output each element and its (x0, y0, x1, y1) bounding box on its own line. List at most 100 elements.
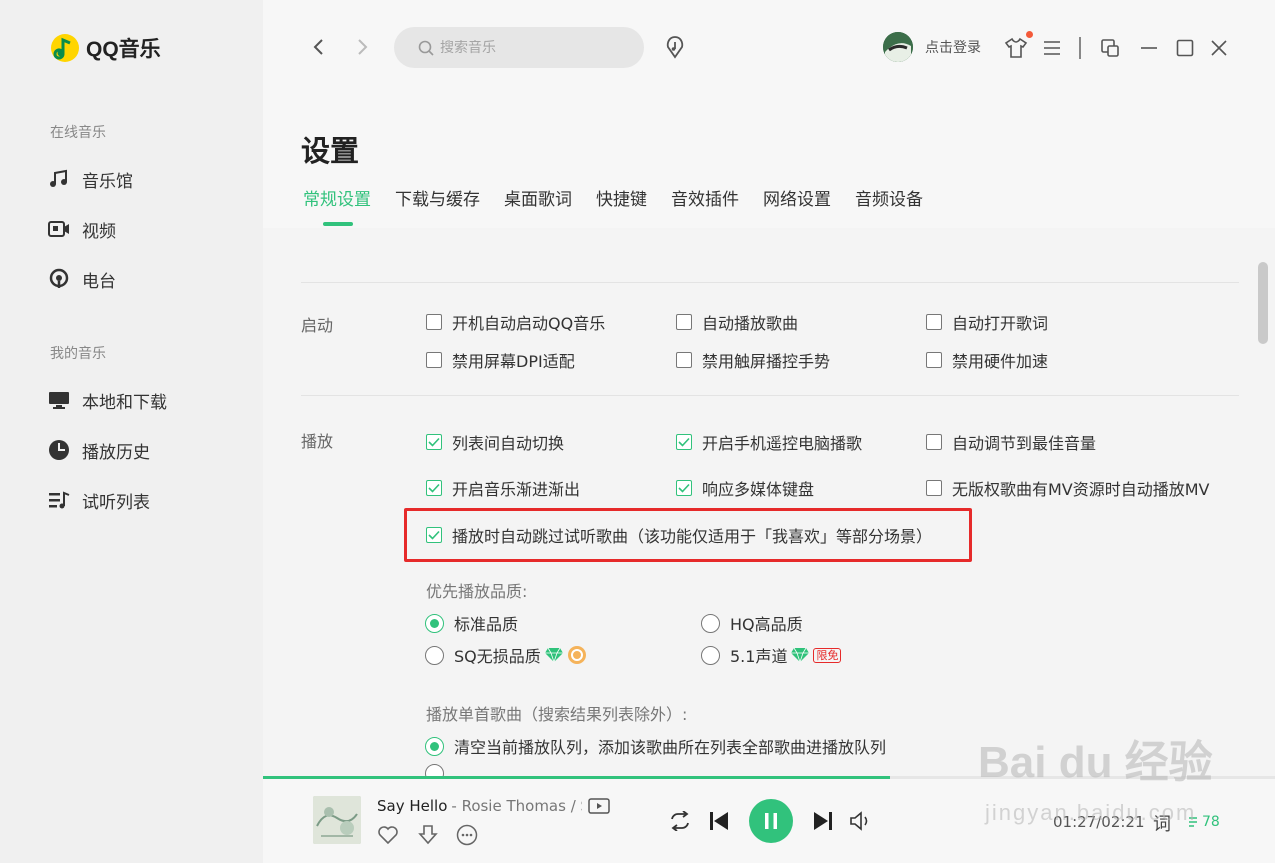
song-artist[interactable]: - Rosie Thomas / S (451, 797, 582, 815)
next-button[interactable] (811, 810, 835, 832)
loop-mode-button[interactable] (667, 810, 693, 832)
checkbox-auto-switch-list[interactable]: 列表间自动切换 (426, 430, 564, 454)
radio-button[interactable] (701, 645, 720, 665)
play-pause-button[interactable] (749, 799, 793, 843)
monitor-icon (48, 389, 70, 411)
radio-button[interactable] (701, 613, 720, 633)
checkbox-auto-play[interactable]: 自动播放歌曲 (676, 310, 798, 334)
music-note-icon (48, 168, 70, 190)
checkbox-box[interactable] (676, 480, 692, 496)
pause-icon (765, 813, 777, 829)
radio-button[interactable] (425, 613, 444, 633)
checkbox-box[interactable] (676, 434, 692, 450)
maximize-button[interactable] (1174, 37, 1196, 59)
forward-button[interactable] (352, 36, 374, 58)
sidebar-item-local-download[interactable]: 本地和下载 (48, 385, 167, 415)
checkbox-box[interactable] (926, 480, 942, 496)
like-button[interactable] (377, 824, 399, 846)
search-box[interactable] (394, 27, 644, 68)
checkbox-label: 开机自动启动QQ音乐 (452, 314, 606, 333)
avatar-image (883, 32, 913, 62)
radio-button[interactable] (425, 764, 444, 776)
checkbox-disable-hw-accel[interactable]: 禁用硬件加速 (926, 348, 1048, 372)
checkbox-box[interactable] (426, 314, 442, 330)
radio-hq-quality[interactable]: HQ高品质 (701, 611, 803, 635)
now-playing-info[interactable]: Say Hello - Rosie Thomas / S (377, 797, 582, 815)
checkbox-disable-dpi[interactable]: 禁用屏幕DPI适配 (426, 348, 575, 372)
checkbox-disable-touch-gesture[interactable]: 禁用触屏播控手势 (676, 348, 830, 372)
close-button[interactable] (1208, 37, 1230, 59)
volume-button[interactable] (849, 810, 873, 832)
more-button[interactable] (456, 824, 478, 846)
skin-button[interactable] (1003, 31, 1033, 61)
sidebar-item-video[interactable]: 视频 (48, 214, 116, 244)
sidebar-item-music-hall[interactable]: 音乐馆 (48, 164, 133, 194)
listen-identify-button[interactable] (663, 35, 687, 59)
sidebar-item-label: 音乐馆 (82, 171, 133, 192)
toolbar-divider (1079, 37, 1081, 59)
tab-shortcuts[interactable]: 快捷键 (596, 188, 647, 228)
tab-sound-plugins[interactable]: 音效插件 (671, 188, 739, 228)
mini-mode-button[interactable] (1099, 37, 1121, 59)
sidebar: QQ音乐 在线音乐 音乐馆 视频 电台 我的音乐 本地和下载 播放历史 试听列表 (0, 0, 263, 863)
checkbox-media-keys[interactable]: 响应多媒体键盘 (676, 476, 814, 500)
menu-button[interactable] (1041, 37, 1063, 59)
checkbox-box[interactable] (926, 434, 942, 450)
song-title[interactable]: Say Hello (377, 797, 447, 815)
mv-button[interactable] (588, 798, 610, 814)
radio-sq-quality[interactable]: SQ无损品质 (425, 643, 587, 667)
back-button[interactable] (307, 36, 329, 58)
startup-group-label: 启动 (301, 316, 334, 335)
login-area[interactable]: 点击登录 (883, 32, 981, 62)
album-cover[interactable] (313, 796, 361, 844)
radio-partial-hidden[interactable] (425, 764, 454, 776)
checkbox-phone-remote[interactable]: 开启手机遥控电脑播歌 (676, 430, 862, 454)
previous-button[interactable] (707, 810, 731, 832)
checkbox-box[interactable] (676, 314, 692, 330)
download-button[interactable] (417, 824, 439, 846)
qq-music-logo-icon (51, 34, 79, 62)
chevron-left-icon (313, 39, 323, 55)
checkbox-box[interactable] (426, 434, 442, 450)
checkbox-box[interactable] (926, 352, 942, 368)
mv-icon (588, 798, 610, 814)
checkbox-label: 开启手机遥控电脑播歌 (702, 434, 863, 453)
minimize-button[interactable] (1138, 37, 1160, 59)
radio-clear-queue[interactable]: 清空当前播放队列，添加该歌曲所在列表全部歌曲进播放队列 (425, 734, 886, 758)
quality-label: 优先播放品质: (426, 582, 528, 601)
checkbox-box[interactable] (426, 480, 442, 496)
scrollbar-thumb[interactable] (1258, 262, 1268, 344)
search-input[interactable] (440, 39, 620, 56)
check-icon (678, 437, 690, 447)
avatar[interactable] (883, 32, 913, 62)
page-title: 设置 (301, 134, 360, 168)
radio-button[interactable] (425, 645, 444, 665)
checkbox-box[interactable] (676, 352, 692, 368)
radio-standard-quality[interactable]: 标准品质 (425, 611, 518, 635)
tab-network[interactable]: 网络设置 (763, 188, 831, 228)
checkbox-box[interactable] (926, 314, 942, 330)
tab-general[interactable]: 常规设置 (303, 188, 371, 228)
checkbox-auto-lyrics[interactable]: 自动打开歌词 (926, 310, 1048, 334)
chevron-right-icon (358, 39, 368, 55)
sidebar-item-trial-list[interactable]: 试听列表 (48, 485, 150, 515)
radio-button[interactable] (425, 736, 444, 756)
volume-icon (850, 811, 868, 831)
sidebar-item-radio[interactable]: 电台 (48, 264, 116, 294)
login-link[interactable]: 点击登录 (925, 37, 981, 57)
tab-audio-device[interactable]: 音频设备 (855, 188, 923, 228)
baidu-watermark-url: jingyan.baidu.com (985, 800, 1197, 825)
radio-51-channel[interactable]: 5.1声道 限免 (701, 643, 842, 667)
top-bar: 点击登录 (263, 0, 1275, 95)
app-logo[interactable]: QQ音乐 (50, 33, 161, 63)
checkbox-auto-start[interactable]: 开机自动启动QQ音乐 (426, 310, 605, 334)
checkbox-box[interactable] (426, 352, 442, 368)
tab-desktop-lyrics[interactable]: 桌面歌词 (504, 188, 572, 228)
minimize-icon (1141, 47, 1157, 49)
checkbox-fade[interactable]: 开启音乐渐进渐出 (426, 476, 580, 500)
checkbox-auto-mv[interactable]: 无版权歌曲有MV资源时自动播放MV (926, 476, 1210, 500)
checkbox-auto-volume[interactable]: 自动调节到最佳音量 (926, 430, 1096, 454)
sidebar-item-play-history[interactable]: 播放历史 (48, 435, 150, 465)
tab-download-cache[interactable]: 下载与缓存 (395, 188, 480, 228)
sidebar-item-label: 电台 (82, 271, 116, 292)
